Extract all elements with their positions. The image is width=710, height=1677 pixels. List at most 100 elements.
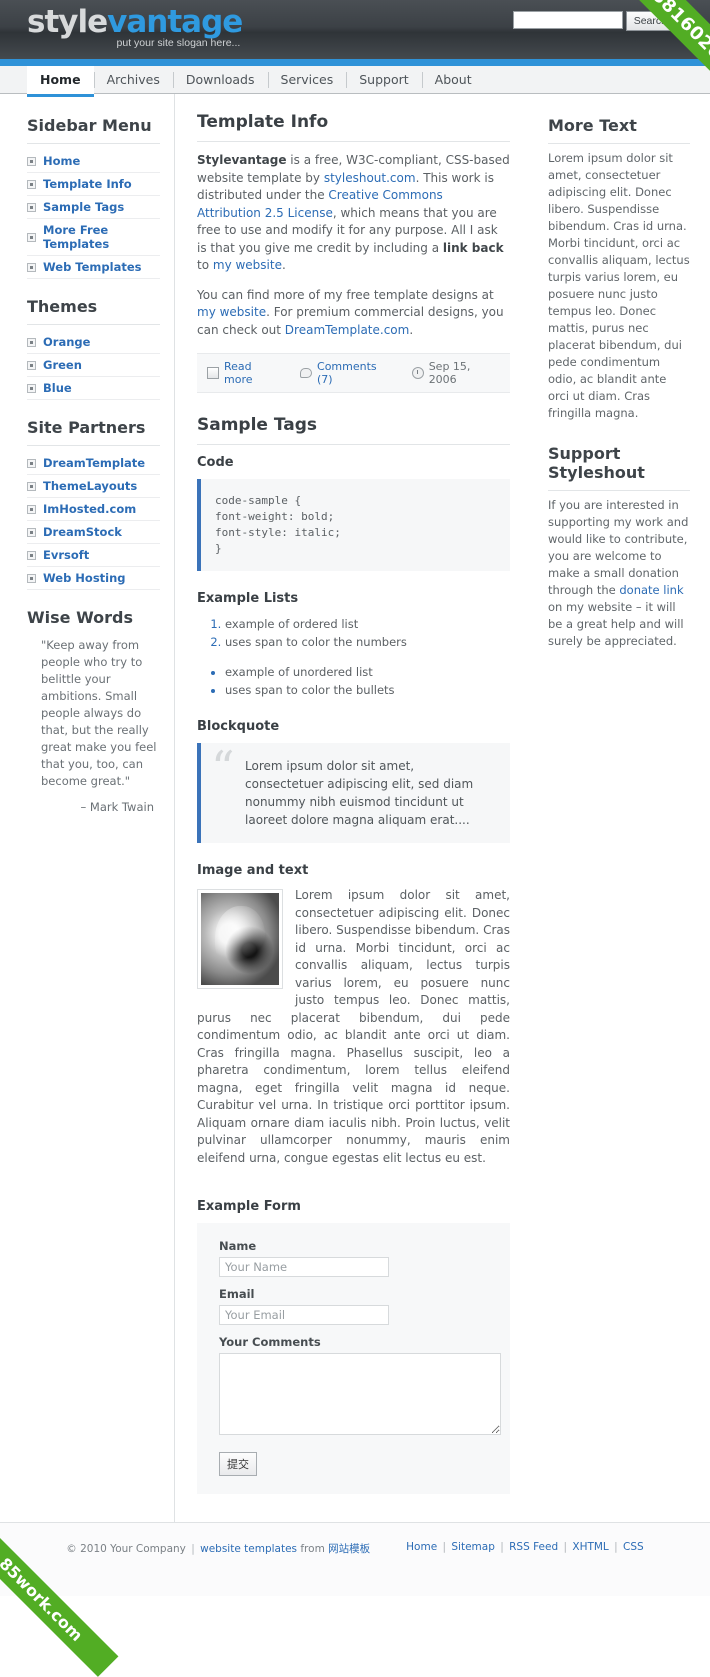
nav-link-about[interactable]: About <box>422 66 485 94</box>
bullet-square-icon <box>27 360 36 370</box>
theme-link-orange[interactable]: Orange <box>43 335 90 349</box>
nav-item-downloads[interactable]: Downloads <box>172 66 268 94</box>
document-icon <box>207 367 219 379</box>
themes-title: Themes <box>27 297 160 325</box>
theme-item-green[interactable]: Green <box>27 354 160 377</box>
partner-link-imhosted[interactable]: ImHosted.com <box>43 502 136 516</box>
clock-icon <box>411 367 424 379</box>
nav-item-archives[interactable]: Archives <box>93 66 173 94</box>
nav-link-services[interactable]: Services <box>268 66 347 94</box>
sidebar-item-web-templates[interactable]: Web Templates <box>27 256 160 279</box>
comments-label: Your Comments <box>219 1335 321 1349</box>
partner-item-imhosted[interactable]: ImHosted.com <box>27 498 160 521</box>
footer-links: Home | Sitemap | RSS Feed | XHTML | CSS <box>406 1541 644 1556</box>
link-styleshout[interactable]: styleshout.com <box>324 171 416 185</box>
nav-list: Home Archives Downloads Services Support… <box>0 66 710 97</box>
support-styleshout-body: If you are interested in supporting my w… <box>548 497 690 650</box>
sidebar-link-template-info[interactable]: Template Info <box>43 177 132 191</box>
firefox-logo-image <box>197 889 283 989</box>
partner-item-web-hosting[interactable]: Web Hosting <box>27 567 160 590</box>
list-item: example of ordered list <box>225 615 510 633</box>
partner-link-themelayouts[interactable]: ThemeLayouts <box>43 479 137 493</box>
submit-button[interactable]: 提交 <box>219 1452 257 1476</box>
name-field[interactable] <box>219 1257 389 1277</box>
brand-name: Stylevantage <box>197 153 287 167</box>
separator: | <box>563 1541 568 1553</box>
theme-item-orange[interactable]: Orange <box>27 331 160 354</box>
read-more-link[interactable]: Read more <box>207 360 282 386</box>
partner-link-dreamtemplate[interactable]: DreamTemplate <box>43 456 145 470</box>
nav-link-home[interactable]: Home <box>27 66 94 97</box>
footer-inner: © 2010 Your Company | website templates … <box>0 1541 710 1556</box>
main-content: Template Info Stylevantage is a free, W3… <box>175 94 532 1522</box>
logo-block[interactable]: stylevantage put your site slogan here..… <box>27 4 243 49</box>
footer-link-css[interactable]: CSS <box>623 1541 644 1553</box>
bullet-square-icon <box>27 179 36 189</box>
separator: | <box>191 1543 195 1555</box>
intro-paragraph-2: You can find more of my free template de… <box>197 287 510 340</box>
name-label: Name <box>219 1239 257 1253</box>
search-button[interactable]: Search <box>625 11 675 31</box>
main-navigation: Home Archives Downloads Services Support… <box>0 66 710 97</box>
theme-link-blue[interactable]: Blue <box>43 381 72 395</box>
sidebar-link-more-free-templates[interactable]: More Free Templates <box>43 223 160 251</box>
bullet-square-icon <box>27 504 36 514</box>
partner-link-dreamstock[interactable]: DreamStock <box>43 525 122 539</box>
donate-link[interactable]: donate link <box>619 583 683 597</box>
link-my-website[interactable]: my website <box>213 258 282 272</box>
sidebar-item-home[interactable]: Home <box>27 150 160 173</box>
sidebar-item-template-info[interactable]: Template Info <box>27 173 160 196</box>
theme-item-blue[interactable]: Blue <box>27 377 160 400</box>
bullet-square-icon <box>27 262 36 272</box>
email-label: Email <box>219 1287 255 1301</box>
partner-item-dreamtemplate[interactable]: DreamTemplate <box>27 452 160 475</box>
partner-item-dreamstock[interactable]: DreamStock <box>27 521 160 544</box>
link-my-website-2[interactable]: my website <box>197 305 266 319</box>
bullet-square-icon <box>27 458 36 468</box>
theme-link-green[interactable]: Green <box>43 358 82 372</box>
separator: | <box>442 1541 447 1553</box>
nav-item-services[interactable]: Services <box>267 66 347 94</box>
cn-templates-link[interactable]: 网站模板 <box>328 1543 370 1555</box>
post-date-label: Sep 15, 2006 <box>428 360 471 386</box>
sidebar-menu-title: Sidebar Menu <box>27 116 160 144</box>
partner-item-evrsoft[interactable]: Evrsoft <box>27 544 160 567</box>
partner-link-web-hosting[interactable]: Web Hosting <box>43 571 126 585</box>
search-input[interactable] <box>512 11 623 29</box>
wise-words-title: Wise Words <box>27 608 134 627</box>
website-templates-link[interactable]: website templates <box>200 1543 297 1555</box>
wise-words-quote: "Keep away from people who try to belitt… <box>41 638 157 788</box>
footer-link-rss-feed[interactable]: RSS Feed <box>509 1541 558 1553</box>
sidebar-item-sample-tags[interactable]: Sample Tags <box>27 196 160 219</box>
separator: | <box>614 1541 618 1553</box>
text-run: . <box>281 258 286 272</box>
sidebar-link-sample-tags[interactable]: Sample Tags <box>43 200 124 214</box>
nav-link-archives[interactable]: Archives <box>94 66 173 94</box>
link-dreamtemplate[interactable]: DreamTemplate.com <box>285 323 410 337</box>
search-form[interactable]: Search <box>512 11 675 31</box>
footer-link-xhtml[interactable]: XHTML <box>572 1541 608 1553</box>
list-item: example of unordered list <box>225 663 510 681</box>
sidebar-link-web-templates[interactable]: Web Templates <box>43 260 142 274</box>
footer-link-sitemap[interactable]: Sitemap <box>451 1541 495 1553</box>
nav-item-support[interactable]: Support <box>346 66 421 94</box>
partner-item-themelayouts[interactable]: ThemeLayouts <box>27 475 160 498</box>
footer-link-home[interactable]: Home <box>406 1541 437 1553</box>
comments-textarea[interactable] <box>219 1353 501 1435</box>
partner-link-evrsoft[interactable]: Evrsoft <box>43 548 89 562</box>
sidebar-link-home[interactable]: Home <box>43 154 80 168</box>
comments-link[interactable]: Comments (7) <box>300 360 394 386</box>
form-fields: Name Email Your Comments 提交 <box>197 1239 510 1476</box>
nav-link-downloads[interactable]: Downloads <box>173 66 268 94</box>
read-more-label: Read more <box>224 360 253 386</box>
sidebar-item-more-free-templates[interactable]: More Free Templates <box>27 219 160 256</box>
bullet-square-icon <box>27 232 36 242</box>
nav-item-home[interactable]: Home <box>27 66 94 97</box>
comment-bubble-icon <box>300 368 313 378</box>
logo-text-style: style <box>27 4 108 40</box>
nav-item-about[interactable]: About <box>421 66 485 94</box>
example-form-title: Example Form <box>197 1199 301 1214</box>
email-field[interactable] <box>219 1305 389 1325</box>
nav-link-support[interactable]: Support <box>346 66 421 94</box>
from-text: from <box>300 1543 325 1555</box>
